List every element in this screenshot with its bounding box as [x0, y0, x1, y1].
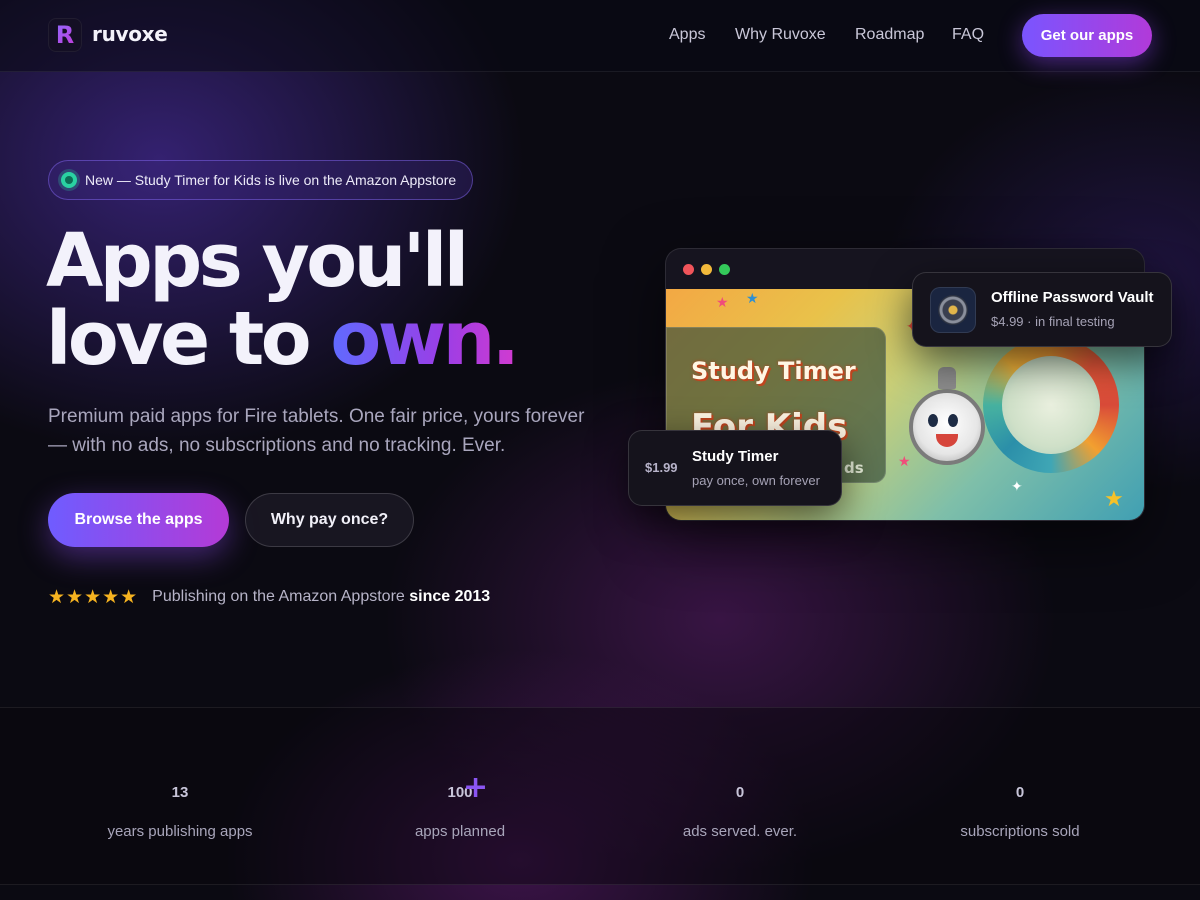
- vault-card-title: Offline Password Vault: [991, 289, 1154, 306]
- stat-value: 13: [171, 784, 189, 801]
- stat-subscriptions: 0 subscriptions sold: [870, 708, 1170, 886]
- rating-text-emphasis: since 2013: [409, 588, 491, 605]
- stat-years: 13 years publishing apps: [30, 708, 330, 886]
- announcement-text: New — Study Timer for Kids is live on th…: [85, 172, 457, 188]
- brand-logo[interactable]: R: [48, 18, 82, 52]
- timer-ring-center: [1002, 356, 1100, 454]
- vault-card-subtitle: $4.99 · in final testing: [991, 314, 1115, 329]
- art-title-line-1: Study Timer: [691, 357, 856, 385]
- stat-apps-planned: 100 + apps planned: [310, 708, 610, 886]
- stats-band: 13 years publishing apps 100 + apps plan…: [0, 707, 1200, 885]
- art-title-fragment: ds: [844, 459, 864, 477]
- hero-headline: Apps you'll love to own.: [46, 222, 520, 378]
- live-status-dot-icon: [61, 172, 77, 188]
- mascot-eye-right: [948, 414, 958, 427]
- why-pay-once-button[interactable]: Why pay once?: [245, 493, 414, 547]
- logo-letter: R: [55, 21, 75, 49]
- timer-card-price: $1.99: [645, 460, 678, 475]
- stopwatch-crown: [938, 367, 956, 389]
- password-vault-card[interactable]: Offline Password Vault $4.99 · in final …: [912, 272, 1172, 347]
- headline-accent: own.: [330, 296, 520, 382]
- stat-label: years publishing apps: [107, 823, 253, 840]
- nav-link-why-ruvoxe[interactable]: Why Ruvoxe: [735, 26, 826, 44]
- stat-label: ads served. ever.: [682, 823, 798, 840]
- stat-label: subscriptions sold: [960, 823, 1080, 840]
- timer-card-subtitle: pay once, own forever: [692, 473, 820, 488]
- maximize-dot-icon: [719, 264, 730, 275]
- nav-link-roadmap[interactable]: Roadmap: [855, 26, 924, 44]
- plus-icon: +: [463, 770, 489, 805]
- rating-text-main: Publishing on the Amazon Appstore: [152, 588, 405, 605]
- vault-dial-icon: [930, 287, 976, 333]
- stat-value: 0: [1015, 784, 1025, 801]
- announcement-badge[interactable]: New — Study Timer for Kids is live on th…: [48, 160, 474, 200]
- minimize-dot-icon: [701, 264, 712, 275]
- timer-card-title: Study Timer: [692, 448, 779, 465]
- stat-ads: 0 ads served. ever.: [590, 708, 890, 886]
- brand-name[interactable]: ruvoxe: [92, 22, 168, 46]
- headline-line-2: love to: [46, 296, 331, 382]
- mascot-eye-left: [928, 414, 938, 427]
- nav-link-faq[interactable]: FAQ: [952, 26, 984, 44]
- stat-value: 100: [447, 784, 473, 801]
- five-stars-icon: ★★★★★: [48, 586, 139, 608]
- close-dot-icon: [683, 264, 694, 275]
- hero-subtitle: Premium paid apps for Fire tablets. One …: [48, 406, 585, 456]
- study-timer-card[interactable]: $1.99 Study Timer pay once, own forever: [628, 430, 842, 506]
- browse-apps-button[interactable]: Browse the apps: [48, 493, 229, 547]
- headline-line-1: Apps you'll: [46, 218, 469, 304]
- publisher-rating: ★★★★★ Publishing on the Amazon Appstore …: [48, 586, 490, 608]
- stopwatch-mascot-icon: [909, 389, 985, 465]
- stat-value: 0: [735, 784, 745, 801]
- top-navigation: R ruvoxe Apps Why Ruvoxe Roadmap FAQ Get…: [0, 0, 1200, 72]
- stat-label: apps planned: [414, 823, 506, 840]
- rating-text: Publishing on the Amazon Appstore since …: [152, 588, 490, 606]
- nav-link-apps[interactable]: Apps: [669, 26, 705, 44]
- get-apps-button[interactable]: Get our apps: [1022, 14, 1152, 57]
